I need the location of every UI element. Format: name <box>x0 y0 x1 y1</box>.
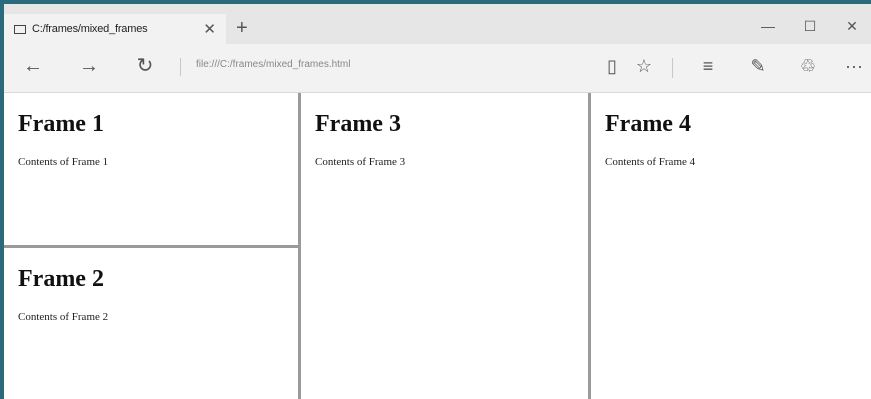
frame-2: Frame 2 Contents of Frame 2 <box>4 248 298 399</box>
more-icon[interactable]: ··· <box>840 54 868 78</box>
frame-2-heading: Frame 2 <box>18 266 104 292</box>
frame-1-text: Contents of Frame 1 <box>18 156 109 168</box>
share-icon[interactable]: ♲ <box>794 54 822 78</box>
back-icon[interactable]: ← <box>18 54 48 78</box>
maximize-button[interactable]: ☐ <box>792 18 828 35</box>
hub-icon[interactable]: ≡ <box>694 54 722 78</box>
reading-view-icon[interactable]: ▯ <box>598 54 626 78</box>
tab-title: C:/frames/mixed_frames <box>32 23 148 35</box>
tab-close-icon[interactable]: ✕ <box>203 20 216 38</box>
frame-4-text: Contents of Frame 4 <box>605 156 696 168</box>
navigation-bar: ← → ↻ file:///C:/frames/mixed_frames.htm… <box>4 44 871 93</box>
forward-icon[interactable]: → <box>74 54 104 78</box>
address-separator <box>180 58 181 76</box>
toolbar-separator <box>672 58 673 78</box>
favorite-star-icon[interactable]: ☆ <box>630 54 658 78</box>
tab-strip: C:/frames/mixed_frames ✕ + — ☐ ✕ <box>4 4 871 44</box>
new-tab-button[interactable]: + <box>236 18 248 38</box>
frame-1: Frame 1 Contents of Frame 1 <box>4 93 298 245</box>
frame-3: Frame 3 Contents of Frame 3 <box>301 93 588 399</box>
web-note-icon[interactable]: ✎ <box>744 54 772 78</box>
minimize-button[interactable]: — <box>750 18 786 34</box>
frame-4: Frame 4 Contents of Frame 4 <box>591 93 871 399</box>
frame-4-heading: Frame 4 <box>605 111 691 137</box>
page-icon <box>14 24 26 34</box>
browser-tab[interactable]: C:/frames/mixed_frames ✕ <box>4 14 226 44</box>
address-field[interactable]: file:///C:/frames/mixed_frames.html <box>196 59 586 70</box>
frameset: Frame 1 Contents of Frame 1 Frame 2 Cont… <box>4 93 871 399</box>
frame-3-text: Contents of Frame 3 <box>315 156 406 168</box>
window-close-button[interactable]: ✕ <box>834 18 870 35</box>
browser-window: C:/frames/mixed_frames ✕ + — ☐ ✕ ← → ↻ f… <box>4 4 871 399</box>
frame-2-text: Contents of Frame 2 <box>18 311 109 323</box>
frame-1-heading: Frame 1 <box>18 111 104 137</box>
frame-3-heading: Frame 3 <box>315 111 401 137</box>
refresh-icon[interactable]: ↻ <box>130 54 160 78</box>
